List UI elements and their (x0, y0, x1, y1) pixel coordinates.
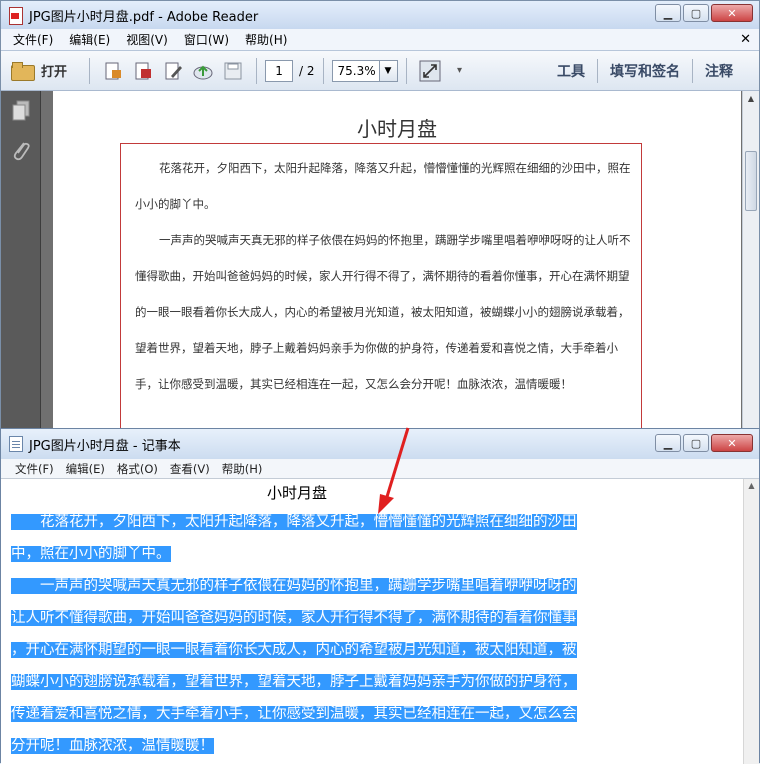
reader-titlebar: JPG图片小时月盘.pdf - Adobe Reader ▁ ▢ ✕ (1, 1, 759, 29)
attachments-paperclip-icon[interactable] (1, 131, 41, 171)
selected-text-line: 花落花开，夕阳西下，太阳升起降落，降落又升起，懵懵懂懂的光辉照在细细的沙田 (11, 514, 577, 530)
minimize-button[interactable]: ▁ (655, 434, 681, 452)
minimize-button[interactable]: ▁ (655, 4, 681, 22)
selected-text-line: 中，照在小小的脚丫中。 (11, 546, 171, 562)
notepad-app-icon (9, 436, 23, 452)
page-number-input[interactable]: 1 (265, 59, 294, 82)
open-button[interactable]: 打开 (11, 61, 68, 81)
menu-window[interactable]: 窗口(W) (176, 31, 237, 48)
folder-icon (11, 61, 35, 81)
selected-text-line: 蝴蝶小小的翅膀说承载着，望着世界，望着天地，脖子上戴着妈妈亲手为你做的护身符， (11, 674, 577, 690)
customize-toolbar-icon[interactable]: ▾ (449, 60, 471, 82)
create-pdf-icon[interactable] (102, 60, 124, 82)
scroll-thumb[interactable] (745, 151, 757, 211)
maximize-button[interactable]: ▢ (683, 4, 709, 22)
open-label: 打开 (41, 65, 68, 80)
scroll-up-icon[interactable]: ▲ (743, 91, 759, 107)
comment-button[interactable]: 注释 (693, 61, 745, 81)
selected-text-line: 一声声的哭喊声天真无邪的样子依偎在妈妈的怀抱里，蹒跚学步嘴里唱着咿咿呀呀的 (11, 578, 577, 594)
notepad-titlebar: JPG图片小时月盘 - 记事本 ▁ ▢ ✕ (1, 429, 759, 459)
menu-file[interactable]: 文件(F) (9, 461, 60, 477)
toolbar-separator (89, 57, 91, 84)
notepad-heading: 小时月盘 (267, 484, 328, 502)
menu-format[interactable]: 格式(O) (111, 461, 164, 477)
menu-edit[interactable]: 编辑(E) (61, 31, 118, 48)
edit-pdf-icon[interactable] (162, 60, 184, 82)
page-thumbnails-icon[interactable] (1, 91, 41, 131)
toolbar-separator (256, 57, 258, 84)
zoom-input[interactable]: 75.3% (331, 59, 380, 82)
export-pdf-icon[interactable] (132, 60, 154, 82)
pdf-page: 小时月盘 花落花开，夕阳西下，太阳升起降落，降落又升起，懵懵懂懂的光辉照在细细的… (53, 91, 741, 441)
notepad-menubar: 文件(F) 编辑(E) 格式(O) 查看(V) 帮助(H) (1, 459, 759, 479)
pdf-paragraph: 一声声的哭喊声天真无邪的样子依偎在妈妈的怀抱里，蹒跚学步嘴里唱着咿咿呀呀的让人听… (135, 233, 631, 391)
menu-file[interactable]: 文件(F) (5, 31, 61, 48)
reader-vertical-scrollbar[interactable]: ▲ (742, 91, 759, 441)
toolbar-separator (322, 57, 324, 84)
notepad-vertical-scrollbar[interactable]: ▲ (743, 479, 759, 764)
selected-text-line: 传递着爱和喜悦之情，大手牵着小手，让你感受到温暖，其实已经相连在一起，又怎么会 (11, 706, 577, 722)
menu-edit[interactable]: 编辑(E) (60, 461, 111, 477)
document-workarea: 小时月盘 花落花开，夕阳西下，太阳升起降落，降落又升起，懵懵懂懂的光辉照在细细的… (1, 91, 759, 441)
pdf-paragraph: 花落花开，夕阳西下，太阳升起降落，降落又升起，懵懵懂懂的光辉照在细细的沙田中，照… (135, 161, 631, 211)
notepad-window-title: JPG图片小时月盘 - 记事本 (29, 438, 181, 454)
menu-view[interactable]: 查看(V) (164, 461, 216, 477)
reader-window-title: JPG图片小时月盘.pdf - Adobe Reader (29, 9, 259, 25)
pdf-text-frame: 花落花开，夕阳西下，太阳升起降落，降落又升起，懵懵懂懂的光辉照在细细的沙田中，照… (120, 143, 642, 441)
selected-text-line: 让人听不懂得歌曲，开始叫爸爸妈妈的时候，家人开行得不得了，满怀期待的看着你懂事 (11, 610, 577, 626)
toolbar-separator (405, 57, 407, 84)
reader-toolbar: 打开 1 / 2 75.3% ▼ ▾ 工具 填写和签名 注释 (1, 51, 759, 91)
close-button[interactable]: ✕ (711, 4, 753, 22)
menu-help[interactable]: 帮助(H) (216, 461, 269, 477)
fullscreen-icon[interactable] (419, 60, 441, 82)
reader-menubar: 文件(F) 编辑(E) 视图(V) 窗口(W) 帮助(H) ✕ (1, 29, 759, 51)
zoom-dropdown-icon[interactable]: ▼ (379, 59, 398, 82)
notepad-text-area[interactable]: 小时月盘 花落花开，夕阳西下，太阳升起降落，降落又升起，懵懵懂懂的光辉照在细细的… (1, 479, 745, 764)
menu-view[interactable]: 视图(V) (118, 31, 176, 48)
adobe-reader-window: JPG图片小时月盘.pdf - Adobe Reader ▁ ▢ ✕ 文件(F)… (0, 0, 760, 441)
maximize-button[interactable]: ▢ (683, 434, 709, 452)
save-icon[interactable] (222, 60, 244, 82)
fill-sign-button[interactable]: 填写和签名 (598, 61, 692, 81)
scroll-up-icon[interactable]: ▲ (744, 481, 759, 495)
menu-help[interactable]: 帮助(H) (237, 31, 295, 48)
tools-button[interactable]: 工具 (545, 61, 597, 81)
notepad-window: JPG图片小时月盘 - 记事本 ▁ ▢ ✕ 文件(F) 编辑(E) 格式(O) … (0, 428, 760, 764)
selected-text-line: 分开呢！血脉浓浓，温情暖暖！ (11, 738, 214, 754)
upload-cloud-icon[interactable] (192, 60, 214, 82)
navigation-panel (1, 91, 41, 441)
close-document-icon[interactable]: ✕ (740, 32, 751, 47)
pdf-file-icon (7, 7, 23, 25)
pdf-document-title: 小时月盘 (357, 117, 437, 141)
close-button[interactable]: ✕ (711, 434, 753, 452)
page-total: / 2 (299, 63, 315, 78)
selected-text-line: ，开心在满怀期望的一眼一眼看着你长大成人，内心的希望被月光知道，被太阳知道，被 (11, 642, 577, 658)
